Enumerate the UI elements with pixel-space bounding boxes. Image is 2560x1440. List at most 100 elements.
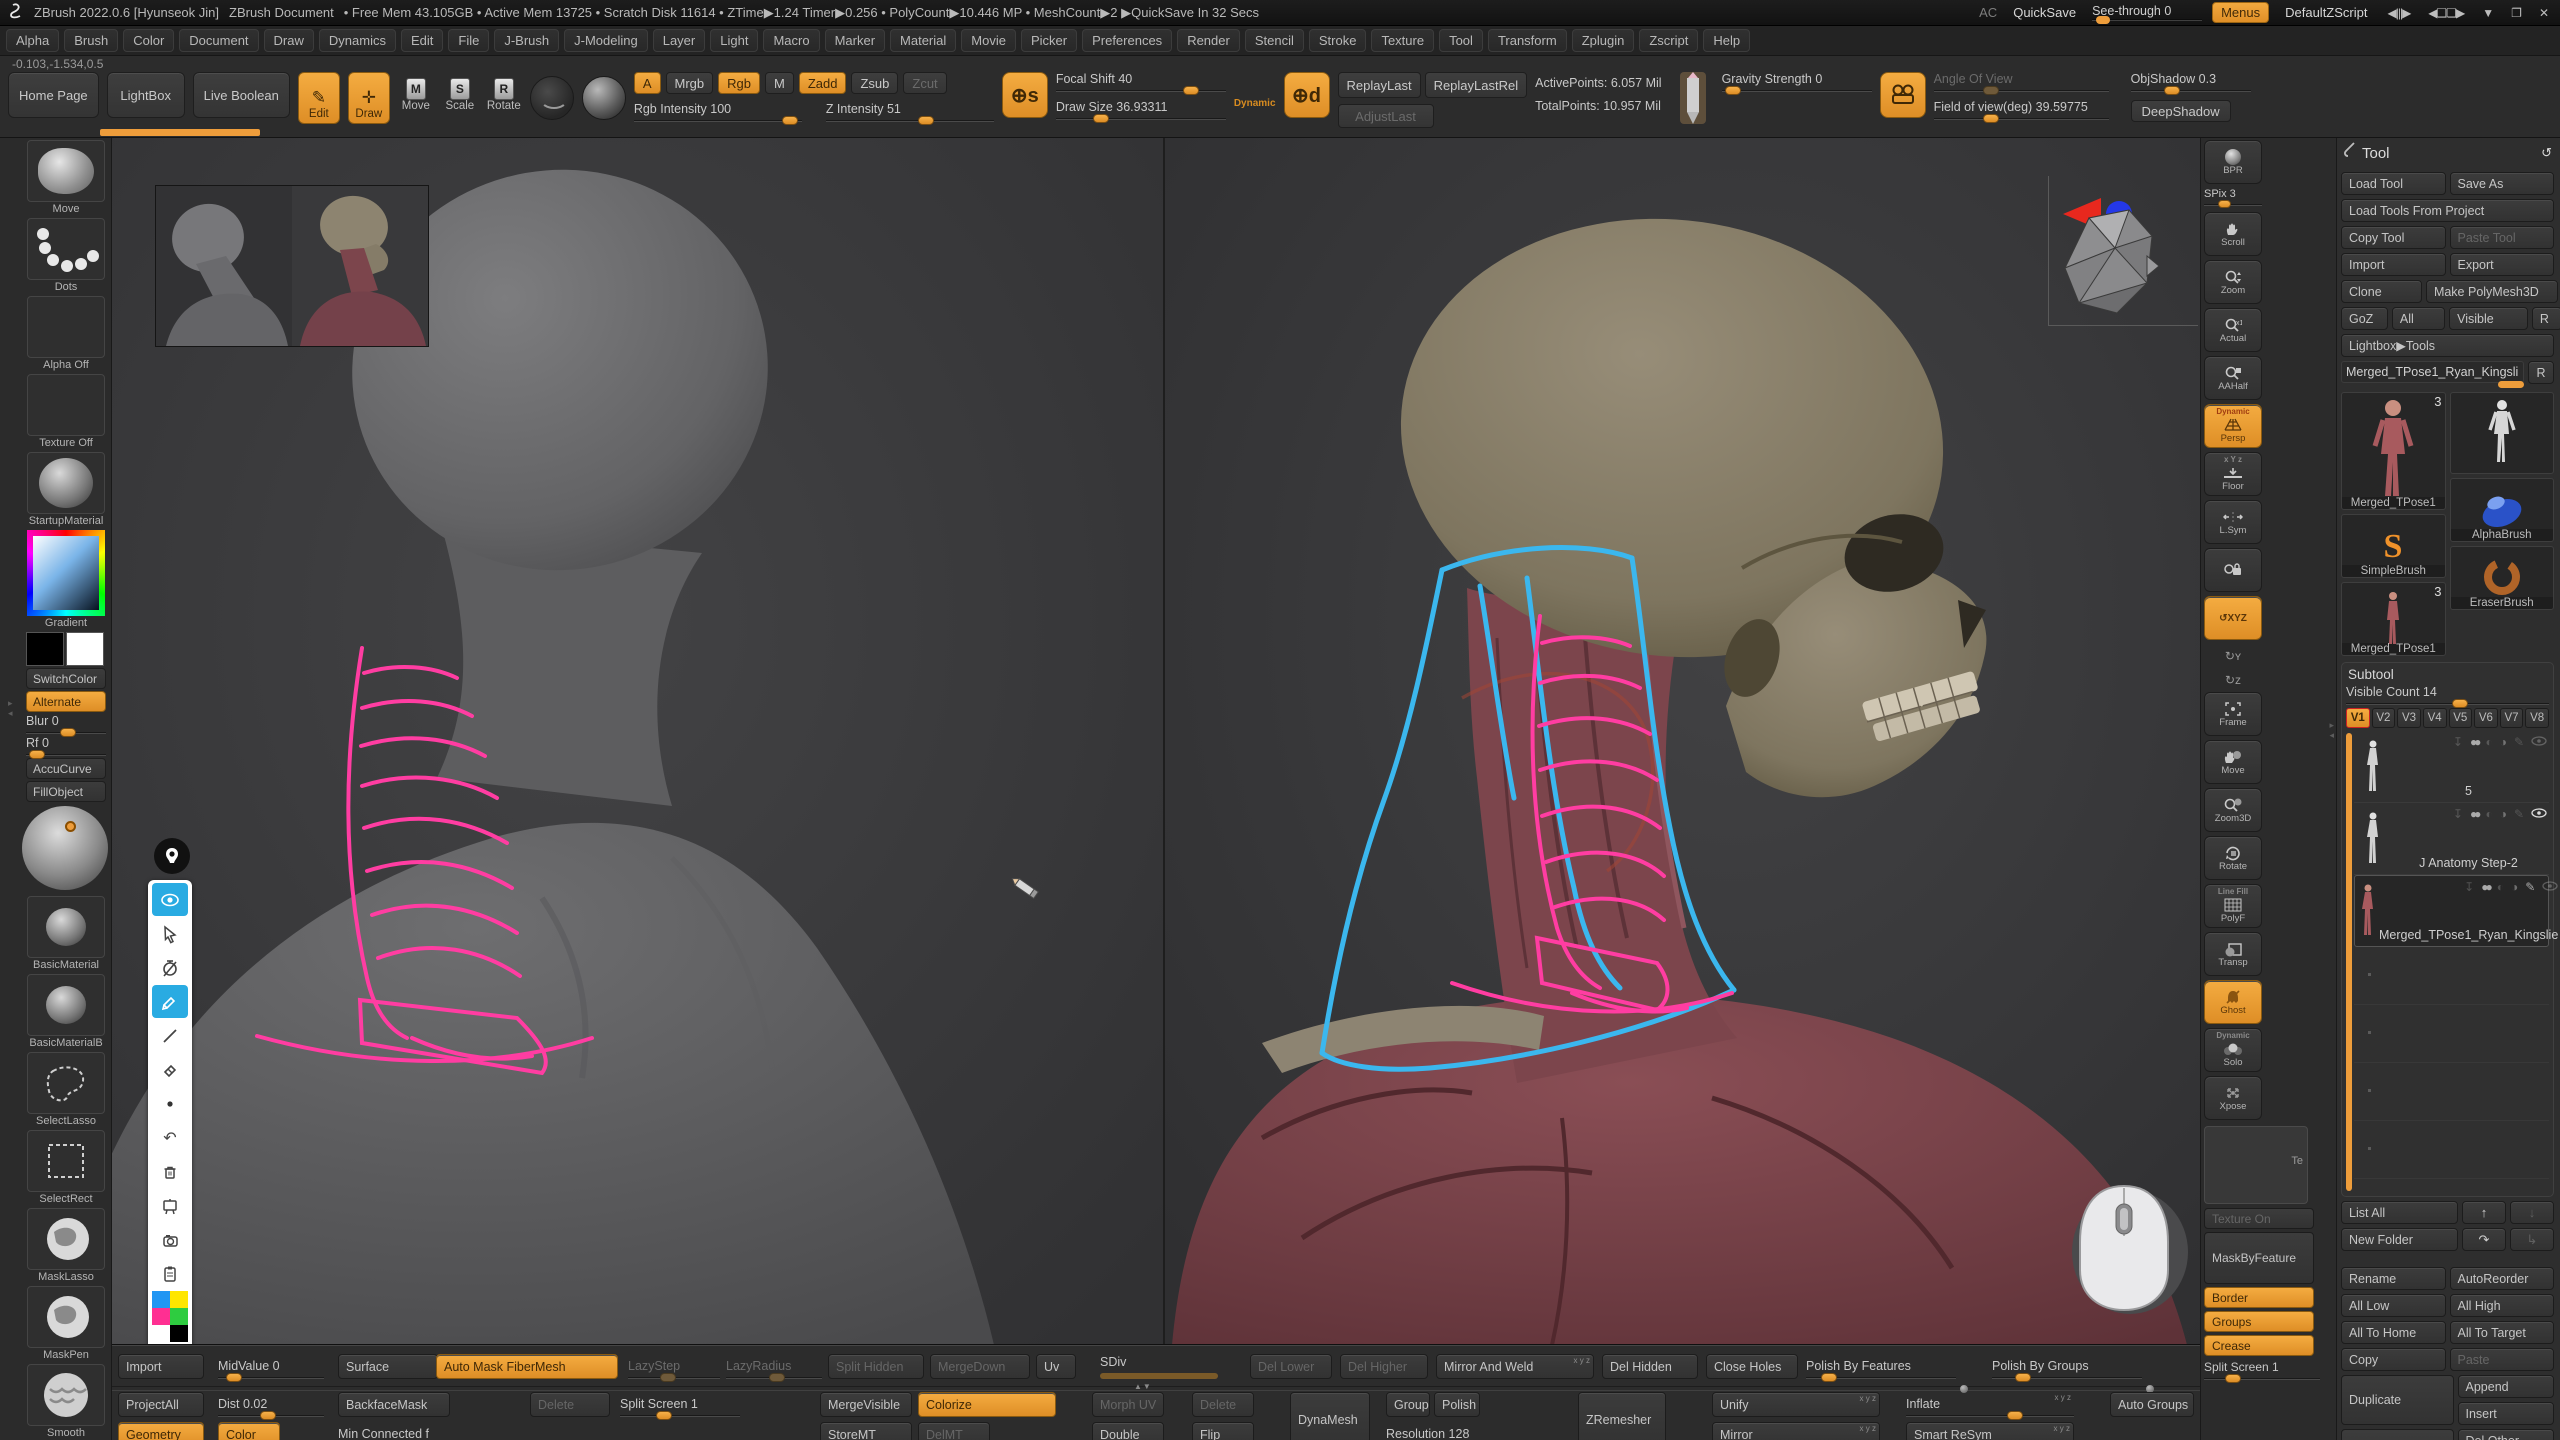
menu-zplugin[interactable]: Zplugin: [1572, 29, 1635, 52]
subtool-all-high-button[interactable]: All High: [2450, 1294, 2555, 1317]
accucurve-button[interactable]: AccuCurve: [26, 758, 106, 779]
menu-material[interactable]: Material: [890, 29, 956, 52]
pair-icon[interactable]: ●●: [2470, 807, 2479, 821]
strip-l-sym-button[interactable]: L.Sym: [2204, 500, 2262, 544]
fill-object-button[interactable]: FillObject: [26, 781, 106, 802]
camera-nav-gizmo[interactable]: [2048, 176, 2198, 326]
strip-zoom3d-button[interactable]: Zoom3D: [2204, 788, 2262, 832]
bs-polish-by-groups-slider[interactable]: Polish By Groups: [1992, 1354, 2142, 1379]
menu-brush[interactable]: Brush: [64, 29, 118, 52]
rf-slider[interactable]: Rf 0: [26, 736, 106, 756]
palette-swatch[interactable]: [152, 1325, 170, 1342]
bs-delete-button[interactable]: Delete: [1192, 1392, 1254, 1417]
bs-dist-0-02-slider[interactable]: Dist 0.02: [218, 1392, 324, 1417]
texture-on-button[interactable]: Texture On: [2204, 1208, 2314, 1229]
bs-auto-groups-button[interactable]: Auto Groups: [2110, 1392, 2194, 1417]
tray-item-selectrect[interactable]: SelectRect: [26, 1130, 106, 1205]
stroke-preview-icon[interactable]: [530, 76, 574, 120]
menu-picker[interactable]: Picker: [1021, 29, 1077, 52]
epicpen-camera-button[interactable]: [152, 1223, 188, 1256]
mask-by-feature-button[interactable]: MaskByFeature: [2204, 1232, 2314, 1284]
tray-item-selectlasso[interactable]: SelectLasso: [26, 1052, 106, 1127]
menu-tool[interactable]: Tool: [1439, 29, 1483, 52]
color-sphere-picker[interactable]: [22, 806, 108, 890]
palette-swatch[interactable]: [170, 1291, 188, 1308]
bs-colorize-button[interactable]: Colorize: [918, 1392, 1056, 1417]
subtool-tab-v8[interactable]: V8: [2525, 708, 2549, 728]
menu-layer[interactable]: Layer: [653, 29, 706, 52]
menu-light[interactable]: Light: [710, 29, 758, 52]
strip-frame-button[interactable]: Frame: [2204, 692, 2262, 736]
epic-pen-logo-icon[interactable]: [154, 838, 190, 874]
tool-thumb-merged-tpose1[interactable]: 3 Merged_TPose1: [2341, 392, 2446, 510]
tray-item-masklasso[interactable]: MaskLasso: [26, 1208, 106, 1283]
visibility-eye-icon[interactable]: [2531, 807, 2547, 821]
delete-button[interactable]: Delete: [2341, 1429, 2454, 1440]
subtool-tab-v5[interactable]: V5: [2449, 708, 2473, 728]
bs-surface-button[interactable]: Surface: [338, 1354, 438, 1379]
scale-mode-button[interactable]: S Scale: [442, 78, 478, 112]
polypaint-brush-icon[interactable]: ✎: [2514, 807, 2524, 821]
zcut-button[interactable]: Zcut: [903, 72, 946, 94]
tool-goz-button[interactable]: GoZ: [2341, 307, 2388, 330]
bs-del-hidden-button[interactable]: Del Hidden: [1602, 1354, 1698, 1379]
tool-all-button[interactable]: All: [2392, 307, 2445, 330]
epicpen-palette[interactable]: [152, 1291, 188, 1342]
tool-make-polymesh3d-button[interactable]: Make PolyMesh3D: [2426, 280, 2558, 303]
mrgb-button[interactable]: Mrgb: [666, 72, 714, 94]
bs-unify-button[interactable]: x y zUnify: [1712, 1392, 1880, 1417]
bs-groups-button[interactable]: Groups: [1386, 1392, 1430, 1417]
strip-aahalf-button[interactable]: AAHalf: [2204, 356, 2262, 400]
reference-thumb-anatomy[interactable]: [292, 186, 428, 346]
subtool-copy-button[interactable]: Copy: [2341, 1348, 2446, 1371]
menu-file[interactable]: File: [448, 29, 489, 52]
alternate-button[interactable]: Alternate: [26, 691, 106, 712]
draw-size-slider[interactable]: Draw Size 36.93311: [1056, 100, 1226, 120]
subtool-down-icon[interactable]: ↓: [2510, 1201, 2554, 1224]
subtool-scrollbar[interactable]: [2346, 733, 2352, 1191]
menu-color[interactable]: Color: [123, 29, 174, 52]
contrast-icon[interactable]: ◑: [2500, 735, 2507, 749]
tool-thumb-merged-tpose1-2[interactable]: 3 Merged_TPose1: [2341, 582, 2446, 656]
goto-icon[interactable]: ↧: [2453, 807, 2463, 821]
contrast-icon[interactable]: ◑: [2511, 880, 2518, 894]
angle-of-view-slider[interactable]: Angle Of View: [1934, 72, 2109, 92]
menu-texture[interactable]: Texture: [1371, 29, 1434, 52]
menu-preferences[interactable]: Preferences: [1082, 29, 1172, 52]
menu-render[interactable]: Render: [1177, 29, 1240, 52]
tool-lightbox-tools-button[interactable]: Lightbox▶Tools: [2341, 334, 2554, 357]
tool-load-tool-button[interactable]: Load Tool: [2341, 172, 2446, 195]
subtool-tab-v1[interactable]: V1: [2346, 708, 2370, 728]
move-out-icon[interactable]: ↷: [2462, 1228, 2506, 1251]
tray-resize-handle[interactable]: ▸◂: [8, 698, 13, 718]
append-button[interactable]: Append: [2458, 1375, 2555, 1398]
tool-clone-button[interactable]: Clone: [2341, 280, 2422, 303]
menu-transform[interactable]: Transform: [1488, 29, 1567, 52]
strip-spin-y-button[interactable]: ↻ʏ: [2204, 644, 2262, 668]
tool-r-button[interactable]: R: [2532, 307, 2560, 330]
document-canvas[interactable]: ↶: [112, 138, 2200, 1345]
layout-cycle-icon[interactable]: ◀❏❏▶: [2424, 6, 2468, 20]
crease-button[interactable]: Crease: [2204, 1335, 2314, 1356]
bs-auto-mask-fibermesh-button[interactable]: Auto Mask FiberMesh: [436, 1354, 618, 1379]
menu-help[interactable]: Help: [1703, 29, 1750, 52]
menu-j-brush[interactable]: J-Brush: [494, 29, 559, 52]
goto-icon[interactable]: ↧: [2464, 880, 2474, 894]
polypaint-brush-icon[interactable]: ✎: [2514, 735, 2524, 749]
halfcircle-icon[interactable]: ◐: [2485, 735, 2492, 749]
divider-left-icon[interactable]: ◀|||▶: [2383, 6, 2414, 20]
obj-shadow-slider[interactable]: ObjShadow 0.3: [2131, 72, 2251, 92]
strip-polyf-button[interactable]: Line FillPolyF: [2204, 884, 2262, 928]
default-zscript-button[interactable]: DefaultZScript: [2279, 4, 2373, 21]
sculpt-brush-icon[interactable]: ⊕s: [1002, 72, 1048, 118]
epicpen-dot-button[interactable]: [152, 1087, 188, 1120]
subtool-autoreorder-button[interactable]: AutoReorder: [2450, 1267, 2555, 1290]
switch-color-button[interactable]: SwitchColor: [26, 668, 106, 689]
bs-midvalue-0-slider[interactable]: MidValue 0: [218, 1354, 324, 1379]
menu-j-modeling[interactable]: J-Modeling: [564, 29, 648, 52]
draw-mode-button[interactable]: ✛ Draw: [348, 72, 390, 124]
subtool-tab-v4[interactable]: V4: [2423, 708, 2447, 728]
bs-import-button[interactable]: Import: [118, 1354, 204, 1379]
palette-swatch[interactable]: [170, 1308, 188, 1325]
bs-color-button[interactable]: Color: [218, 1422, 280, 1440]
